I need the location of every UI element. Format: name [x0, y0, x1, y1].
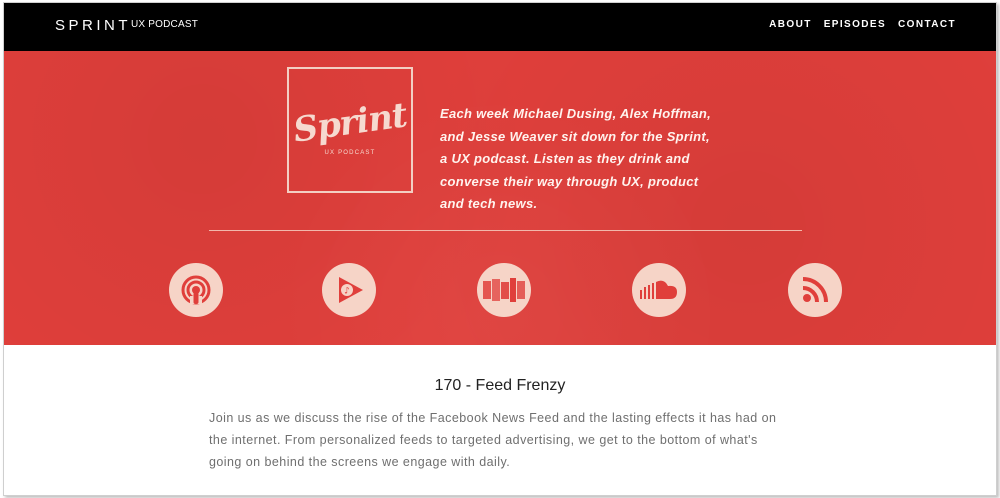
nav-link-episodes[interactable]: EPISODES — [824, 19, 886, 30]
tagline-line: a UX podcast. Listen as they drink and — [440, 151, 690, 166]
description-line: going on behind the screens we engage wi… — [209, 455, 511, 469]
site-brand[interactable]: SPRINT — [55, 17, 131, 34]
stitcher-icon[interactable] — [477, 263, 531, 317]
nav-menu: ABOUT EPISODES CONTACT — [769, 19, 956, 30]
episode-description: Join us as we discuss the rise of the Fa… — [209, 407, 809, 473]
nav-link-contact[interactable]: CONTACT — [898, 19, 956, 30]
description-line: Join us as we discuss the rise of the Fa… — [209, 411, 777, 425]
description-line: the internet. From personalized feeds to… — [209, 433, 758, 447]
tagline-line: and Jesse Weaver sit down for the Sprint… — [440, 128, 710, 144]
subscribe-icons: ♪ — [4, 263, 996, 319]
svg-text:♪: ♪ — [344, 287, 350, 297]
rss-feed-icon[interactable] — [788, 263, 842, 317]
site-brand-subtitle: UX PODCAST — [131, 19, 199, 30]
episode-title[interactable]: 170 - Feed Frenzy — [4, 377, 996, 395]
tagline-line: Each week Michael Dusing, Alex Hoffman, — [440, 106, 712, 121]
apple-podcasts-icon[interactable] — [169, 263, 223, 317]
hero-divider — [209, 230, 802, 231]
soundcloud-icon[interactable] — [632, 263, 686, 317]
tagline-line: converse their way through UX, product — [440, 173, 699, 189]
tagline-line: and tech news. — [440, 196, 538, 211]
podcast-logo: Sprint UX PODCAST — [287, 67, 413, 193]
page-frame: SPRINT UX PODCAST ABOUT EPISODES CONTACT… — [3, 2, 997, 496]
google-play-music-icon[interactable]: ♪ — [322, 263, 376, 317]
hero-section: Sprint UX PODCAST Each week Michael Dusi… — [4, 51, 996, 345]
episode-section: 170 - Feed Frenzy Join us as we discuss … — [4, 345, 996, 495]
top-nav: SPRINT UX PODCAST ABOUT EPISODES CONTACT — [4, 3, 996, 51]
logo-script-text: Sprint — [290, 95, 410, 151]
podcast-tagline: Each week Michael Dusing, Alex Hoffman, … — [440, 103, 740, 216]
nav-link-about[interactable]: ABOUT — [769, 19, 812, 30]
logo-subtitle: UX PODCAST — [324, 150, 376, 156]
